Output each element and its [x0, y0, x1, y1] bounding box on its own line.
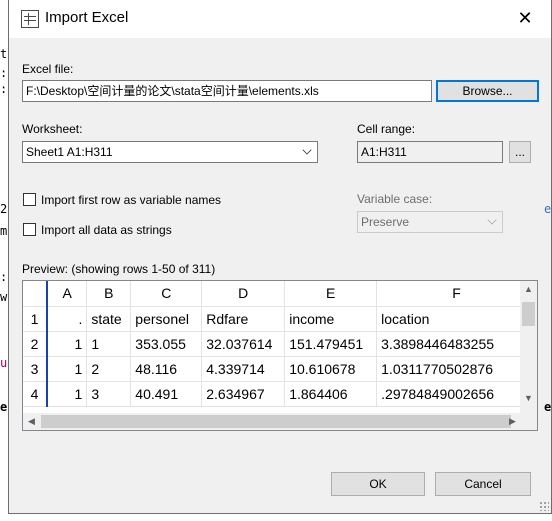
- table-cell[interactable]: Rdfare: [201, 306, 286, 332]
- scroll-down-icon[interactable]: ▼: [524, 393, 533, 403]
- browse-button[interactable]: Browse...: [436, 80, 539, 102]
- column-header[interactable]: B: [86, 281, 132, 307]
- table-cell[interactable]: 4.339714: [201, 356, 286, 382]
- table-cell[interactable]: 151.479451: [284, 331, 378, 357]
- preview-grid[interactable]: A B C D E F 1 . state personel Rdfare in…: [22, 280, 538, 431]
- table-cell[interactable]: personel: [130, 306, 203, 332]
- bg-char: :: [0, 270, 8, 284]
- column-header[interactable]: F: [376, 281, 537, 307]
- first-row-checkbox[interactable]: [23, 193, 36, 206]
- worksheet-label: Worksheet:: [22, 122, 83, 136]
- import-excel-dialog: Import Excel ✕ Excel file: F:\Desktop\空间…: [8, 0, 552, 514]
- table-cell[interactable]: 3: [86, 381, 132, 407]
- table-cell[interactable]: 1: [46, 356, 88, 382]
- bg-char: w: [0, 290, 8, 304]
- vertical-scroll-thumb[interactable]: [522, 302, 535, 326]
- column-header[interactable]: C: [130, 281, 203, 307]
- worksheet-select[interactable]: Sheet1 A1:H311: [22, 141, 318, 163]
- table-row: 3 1 2 48.116 4.339714 10.610678 1.031177…: [23, 356, 537, 382]
- ok-button[interactable]: OK: [331, 472, 425, 496]
- horizontal-scroll-thumb[interactable]: [41, 415, 511, 428]
- row-number: 1: [23, 306, 48, 332]
- variable-case-label: Variable case:: [357, 192, 433, 206]
- table-cell[interactable]: 1: [46, 381, 88, 407]
- bg-char: e: [544, 202, 552, 216]
- variable-case-select: Preserve: [357, 211, 503, 233]
- bg-char: m: [0, 224, 8, 238]
- first-row-label: Import first row as variable names: [41, 193, 222, 207]
- excel-file-field[interactable]: F:\Desktop\空间计量的论文\stata空间计量\elements.xl…: [22, 80, 432, 102]
- table-cell[interactable]: 2.634967: [201, 381, 286, 407]
- worksheet-value: Sheet1 A1:H311: [26, 145, 113, 159]
- column-header[interactable]: A: [46, 281, 88, 307]
- column-header[interactable]: D: [201, 281, 286, 307]
- table-cell[interactable]: 1.0311770502876: [376, 356, 537, 382]
- scrollbar-corner: [520, 413, 537, 430]
- vertical-scrollbar[interactable]: ▲ ▼: [520, 281, 537, 413]
- row-number: 2: [23, 331, 48, 357]
- excel-file-label: Excel file:: [22, 62, 74, 76]
- table-cell[interactable]: 1.864406: [284, 381, 378, 407]
- table-cell[interactable]: .: [46, 306, 88, 332]
- cancel-button[interactable]: Cancel: [435, 472, 531, 496]
- bg-char: 2: [0, 202, 8, 216]
- table-cell[interactable]: location: [376, 306, 537, 332]
- all-strings-checkbox[interactable]: [23, 223, 36, 236]
- row-number: 4: [23, 381, 48, 407]
- variable-case-value: Preserve: [361, 215, 410, 229]
- scroll-up-icon[interactable]: ▲: [524, 284, 533, 294]
- chevron-down-icon: [302, 145, 312, 155]
- corner-cell: [23, 281, 48, 307]
- table-cell[interactable]: 3.3898446483255: [376, 331, 537, 357]
- table-header-row: A B C D E F: [23, 281, 537, 307]
- cell-range-button[interactable]: ...: [509, 141, 531, 163]
- all-strings-label: Import all data as strings: [41, 223, 172, 237]
- preview-table: A B C D E F 1 . state personel Rdfare in…: [23, 281, 537, 407]
- table-cell[interactable]: 353.055: [130, 331, 203, 357]
- bg-char: e: [0, 400, 8, 414]
- table-cell[interactable]: 1: [46, 331, 88, 357]
- scroll-left-icon[interactable]: ◀: [28, 416, 35, 427]
- bg-char: t: [0, 47, 8, 61]
- table-cell[interactable]: 48.116: [130, 356, 203, 382]
- table-cell[interactable]: 32.037614: [201, 331, 286, 357]
- bg-char: e: [544, 400, 552, 414]
- bg-char: :: [0, 82, 8, 96]
- table-row: 4 1 3 40.491 2.634967 1.864406 .29784849…: [23, 381, 537, 407]
- table-cell[interactable]: 1: [86, 331, 132, 357]
- cell-range-field[interactable]: A1:H311: [357, 141, 503, 163]
- chevron-down-icon: [487, 215, 497, 225]
- preview-label: Preview: (showing rows 1-50 of 311): [22, 262, 216, 276]
- table-cell[interactable]: income: [284, 306, 378, 332]
- horizontal-scrollbar[interactable]: ◀ ▶: [23, 413, 522, 430]
- column-header[interactable]: E: [284, 281, 378, 307]
- title-bar: Import Excel ✕: [9, 0, 551, 38]
- scroll-right-icon[interactable]: ▶: [509, 416, 516, 427]
- table-row: 1 . state personel Rdfare income locatio…: [23, 306, 537, 332]
- table-cell[interactable]: state: [86, 306, 132, 332]
- table-cell[interactable]: .29784849002656: [376, 381, 537, 407]
- row-number: 3: [23, 356, 48, 382]
- bg-char: :: [0, 66, 8, 80]
- dialog-title: Import Excel: [45, 9, 129, 26]
- table-row: 2 1 1 353.055 32.037614 151.479451 3.389…: [23, 331, 537, 357]
- close-icon[interactable]: ✕: [515, 8, 535, 28]
- background-editor-right: e e: [544, 0, 552, 521]
- excel-table-icon: [21, 10, 39, 28]
- bg-char: u: [0, 356, 8, 370]
- cell-range-label: Cell range:: [357, 122, 416, 136]
- table-cell[interactable]: 2: [86, 356, 132, 382]
- table-cell[interactable]: 10.610678: [284, 356, 378, 382]
- table-cell[interactable]: 40.491: [130, 381, 203, 407]
